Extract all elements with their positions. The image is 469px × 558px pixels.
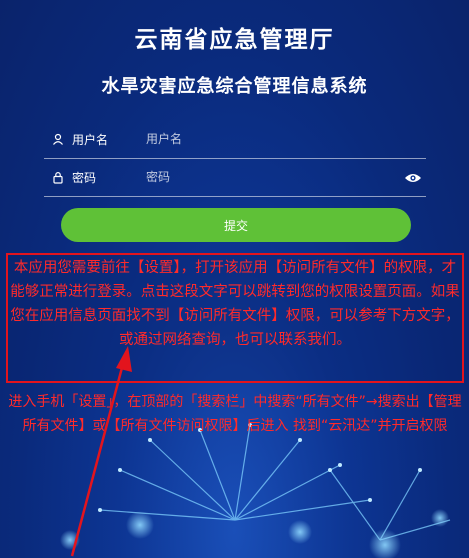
eye-icon[interactable] (404, 170, 422, 184)
password-field: 密码 (44, 158, 426, 197)
password-input[interactable] (146, 170, 404, 184)
permission-notice-text[interactable]: 本应用您需要前往【设置】，打开该应用【访问所有文件】的权限，才能够正常进行登录。… (8, 256, 462, 352)
org-title: 云南省应急管理厅 (134, 27, 335, 53)
username-input[interactable] (146, 132, 426, 146)
username-field: 用户名 (44, 120, 426, 159)
submit-button[interactable]: 提交 (61, 208, 411, 242)
password-label: 密码 (72, 170, 97, 185)
lock-icon (50, 169, 66, 185)
username-label: 用户名 (72, 132, 109, 147)
settings-hint-text: 进入手机「设置」，在顶部的「搜索栏」中搜索“所有文件”→搜索出【管理所有文件】或… (8, 394, 462, 434)
user-icon (50, 131, 66, 147)
system-title: 水旱灾害应急综合管理信息系统 (101, 76, 368, 97)
